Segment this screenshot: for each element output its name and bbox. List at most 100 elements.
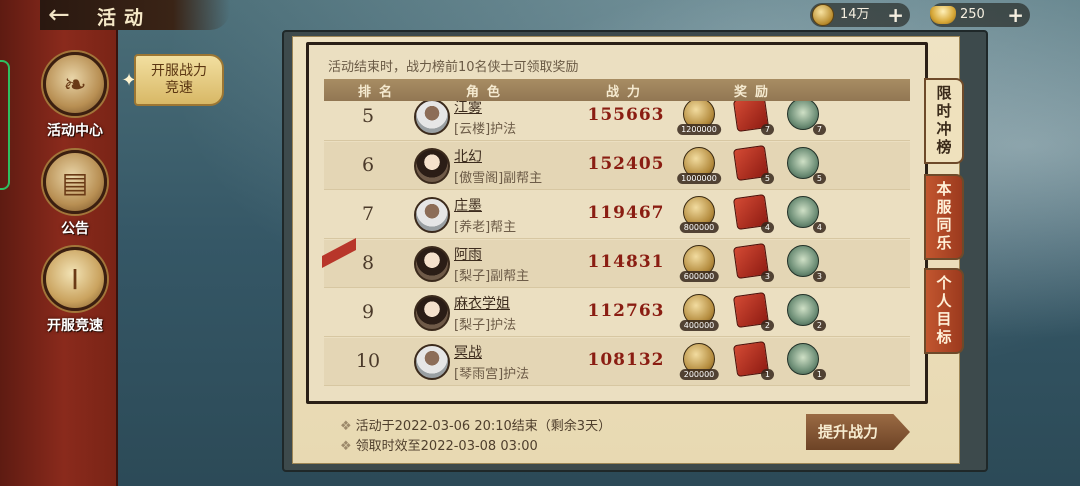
col-reward: 奖励 [734, 85, 777, 100]
edge-handle [0, 60, 10, 190]
tab-server-fun[interactable]: 本服同乐 [924, 174, 964, 260]
resource-copper: 14万 + [810, 3, 910, 27]
reward-coin[interactable]: 200000 [679, 342, 719, 380]
table-row: 8 阿雨 [梨子]副帮主 114831 600000 3 3 [324, 240, 910, 288]
ranking-list[interactable]: 5 江雾 [云楼]护法 155663 1200000 7 7 6 北幻 [傲雪阁… [324, 101, 910, 391]
reward-book[interactable]: 3 [732, 242, 774, 282]
table-row: 10 冥战 [琴雨宫]护法 108132 200000 1 1 [324, 338, 910, 386]
reward-cauldron[interactable]: 1 [786, 342, 826, 380]
power-value: 155663 [587, 105, 665, 125]
table-row: 7 庄墨 [养老]帮主 119467 800000 4 4 [324, 191, 910, 239]
player-guild: [养老]帮主 [454, 220, 517, 235]
avatar[interactable] [414, 246, 450, 282]
reward-book[interactable]: 4 [732, 193, 774, 233]
boost-power-button[interactable]: 提升战力 [806, 414, 910, 450]
reward-qty: 2 [760, 320, 774, 331]
player-name[interactable]: 庄墨 [454, 195, 482, 215]
reward-qty: 7 [760, 124, 774, 135]
end-time-text: 活动于2022-03-06 20:10结束（剩余3天） [355, 419, 612, 434]
reward-qty: 800000 [679, 222, 719, 233]
gold-ingot-icon [930, 6, 956, 24]
avatar[interactable] [414, 344, 450, 380]
rank-value: 6 [361, 154, 375, 176]
copper-coin-icon [812, 4, 834, 26]
reward-coin[interactable]: 600000 [679, 244, 719, 282]
power-value: 119467 [587, 203, 665, 223]
reward-qty: 400000 [679, 320, 719, 331]
col-role: 角色 [466, 85, 509, 100]
reward-qty: 1 [812, 369, 826, 380]
reward-cauldron[interactable]: 3 [786, 244, 826, 282]
reward-qty: 5 [812, 173, 826, 184]
reward-qty: 3 [812, 271, 826, 282]
rank-value: 8 [361, 252, 375, 274]
avatar[interactable] [414, 295, 450, 331]
nav-item-activity-center[interactable]: ❧ 活动中心 [36, 52, 114, 140]
claim-time-note: ❖ 领取时效至2022-03-08 03:00 [340, 435, 538, 454]
reward-cauldron[interactable]: 4 [786, 195, 826, 233]
reward-qty: 4 [760, 222, 774, 233]
player-guild: [梨子]护法 [454, 318, 517, 333]
rank-value: 5 [361, 105, 375, 127]
table-row: 6 北幻 [傲雪阁]副帮主 152405 1000000 5 5 [324, 142, 910, 190]
player-name[interactable]: 江雾 [454, 101, 482, 117]
reward-qty: 5 [760, 173, 774, 184]
avatar[interactable] [414, 148, 450, 184]
reward-coin[interactable]: 400000 [679, 293, 719, 331]
rank-value: 7 [361, 203, 375, 225]
reward-qty: 1200000 [677, 124, 721, 135]
reward-book[interactable]: 1 [732, 340, 774, 380]
scroll-icon: ❧ [43, 52, 107, 116]
player-name[interactable]: 冥战 [454, 342, 482, 362]
notice-board-icon: ▤ [43, 150, 107, 214]
tab-limited-rank[interactable]: 限时冲榜 [924, 78, 964, 164]
diamond-bullet-icon: ❖ [340, 439, 352, 454]
player-guild: [云楼]护法 [454, 122, 517, 137]
back-arrow-icon[interactable]: ← [48, 2, 84, 28]
subnav-server-power-race[interactable]: 开服战力 竞速 [134, 54, 224, 106]
player-name[interactable]: 北幻 [454, 146, 482, 166]
reward-book[interactable]: 2 [732, 291, 774, 331]
resource-value: 14万 [840, 7, 870, 22]
nav-label: 活动中心 [47, 123, 103, 139]
table-row: 9 麻衣学姐 [梨子]护法 112763 400000 2 2 [324, 289, 910, 337]
col-power: 战力 [606, 85, 649, 100]
player-guild: [梨子]副帮主 [454, 269, 530, 284]
add-gold-button[interactable]: + [1007, 4, 1024, 26]
reward-coin[interactable]: 1200000 [677, 101, 721, 135]
player-guild: [傲雪阁]副帮主 [454, 171, 543, 186]
reward-cauldron[interactable]: 5 [786, 146, 826, 184]
add-copper-button[interactable]: + [887, 4, 904, 26]
reward-qty: 1 [760, 369, 774, 380]
nav-item-server-race[interactable]: Ⅰ 开服竞速 [36, 247, 114, 335]
reward-book[interactable]: 7 [732, 101, 774, 135]
page-title: 活动 [97, 7, 152, 29]
power-value: 112763 [587, 301, 665, 321]
col-rank: 排名 [358, 85, 401, 100]
rank-value: 9 [361, 301, 375, 323]
avatar[interactable] [414, 197, 450, 233]
resource-gold: 250 + [930, 3, 1030, 27]
tab-personal-goal[interactable]: 个人目标 [924, 268, 964, 354]
player-name[interactable]: 麻衣学姐 [454, 293, 510, 313]
avatar[interactable] [414, 101, 450, 135]
reward-qty: 7 [812, 124, 826, 135]
reward-qty: 200000 [679, 369, 719, 380]
power-value: 114831 [587, 252, 665, 272]
reward-book[interactable]: 5 [732, 144, 774, 184]
rank-value: 10 [355, 350, 381, 372]
nav-label: 公告 [61, 221, 89, 237]
reward-coin[interactable]: 1000000 [677, 146, 721, 184]
nav-label: 开服竞速 [47, 318, 103, 334]
power-value: 108132 [587, 350, 665, 370]
reward-cauldron[interactable]: 2 [786, 293, 826, 331]
reward-qty: 3 [760, 271, 774, 282]
nav-item-announcement[interactable]: ▤ 公告 [36, 150, 114, 238]
reward-coin[interactable]: 800000 [679, 195, 719, 233]
reward-cauldron[interactable]: 7 [786, 101, 826, 135]
player-name[interactable]: 阿雨 [454, 244, 482, 264]
reward-qty: 1000000 [677, 173, 721, 184]
podium-icon: Ⅰ [43, 247, 107, 311]
subnav-label-line2: 竞速 [165, 80, 193, 96]
table-row: 5 江雾 [云楼]护法 155663 1200000 7 7 [324, 101, 910, 141]
